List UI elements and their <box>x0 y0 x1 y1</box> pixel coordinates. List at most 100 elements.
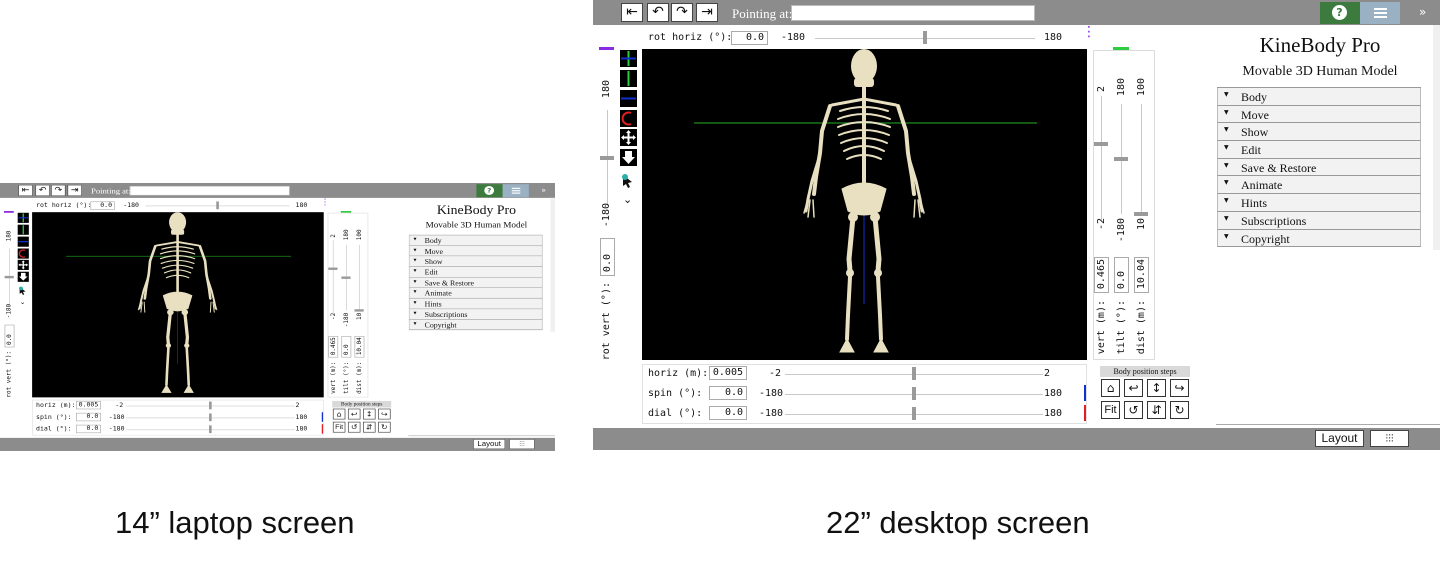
horiz-input[interactable]: 0.005 <box>709 366 747 380</box>
menu-button[interactable] <box>502 184 529 198</box>
step-turn-icon[interactable]: ↕ <box>363 408 376 420</box>
dial-thumb[interactable] <box>912 407 916 420</box>
side-scrollbar[interactable] <box>550 197 555 332</box>
rotate-right-icon[interactable]: ↻ <box>1170 401 1189 419</box>
menu-item[interactable]: ▼ Hints <box>1217 194 1421 212</box>
rot-horiz-thumb[interactable] <box>923 31 927 44</box>
undo-all-icon[interactable]: ⇤ <box>621 3 643 22</box>
rot-vert-input[interactable]: 0.0 <box>4 324 15 348</box>
rotate-arc-icon[interactable] <box>17 248 29 259</box>
flip-icon[interactable]: ⇵ <box>1147 401 1166 419</box>
horiz-thumb[interactable] <box>912 367 916 380</box>
pan-cross-icon[interactable] <box>620 129 637 146</box>
dist-input[interactable]: 10.04 <box>1134 257 1149 293</box>
menu-item[interactable]: ▼ Subscriptions <box>1217 211 1421 230</box>
spin-thumb[interactable] <box>209 413 212 422</box>
horiz-thumb[interactable] <box>209 401 212 410</box>
step-forward-icon[interactable]: ↪ <box>378 408 391 420</box>
spin-input[interactable]: 0.0 <box>709 386 747 400</box>
rot-horiz-input[interactable]: 0.0 <box>731 31 768 45</box>
drop-down-arrow-icon[interactable] <box>17 271 29 282</box>
undo-all-icon[interactable]: ⇤ <box>18 184 33 197</box>
tilt-input[interactable]: 0.0 <box>341 336 352 358</box>
tilt-thumb[interactable] <box>341 276 351 279</box>
menu-item[interactable]: ▼ Move <box>1217 105 1421 124</box>
vert-input[interactable]: 0.465 <box>1094 257 1109 293</box>
layout-button[interactable]: Layout <box>473 439 506 450</box>
step-forward-icon[interactable]: ↪ <box>1170 379 1189 397</box>
menu-item[interactable]: ▼ Save & Restore <box>1217 158 1421 177</box>
fit-button[interactable]: Fit <box>1101 401 1120 419</box>
rotate-arc-icon[interactable] <box>620 110 637 127</box>
dial-thumb[interactable] <box>209 425 212 434</box>
pan-cross-icon[interactable] <box>17 259 29 270</box>
horiz-input[interactable]: 0.005 <box>76 400 101 410</box>
dist-input[interactable]: 10.04 <box>354 336 365 358</box>
mouse-mode-icon[interactable] <box>620 172 637 189</box>
vert-slider[interactable] <box>1101 96 1102 222</box>
menu-item[interactable]: ▼ Body <box>408 235 543 246</box>
menu-item[interactable]: ▼ Animate <box>1217 176 1421 195</box>
collapse-icon[interactable]: » <box>541 186 546 194</box>
rot-vert-thumb[interactable] <box>4 275 14 279</box>
dist-thumb[interactable] <box>1134 212 1148 216</box>
rot-vert-input[interactable]: 0.0 <box>600 238 615 276</box>
help-button[interactable]: ? <box>476 184 503 198</box>
undo-icon[interactable]: ↶ <box>35 184 50 197</box>
fit-button[interactable]: Fit <box>332 421 346 433</box>
step-turn-icon[interactable]: ↕ <box>1147 379 1166 397</box>
menu-item[interactable]: ▼ Show <box>1217 123 1421 142</box>
horizontal-axis-icon[interactable] <box>620 90 637 107</box>
3d-viewport[interactable] <box>32 212 324 398</box>
home-icon[interactable]: ⌂ <box>332 408 346 420</box>
menu-item[interactable]: ▼ Copyright <box>408 319 543 331</box>
menu-item[interactable]: ▼ Copyright <box>1217 229 1421 248</box>
menu-item[interactable]: ▼ Edit <box>408 267 543 278</box>
vertical-axis-icon[interactable] <box>17 224 29 235</box>
vertical-axis-icon[interactable] <box>620 70 637 87</box>
help-button[interactable]: ? <box>1320 2 1360 24</box>
side-scrollbar[interactable] <box>1433 25 1440 250</box>
horizontal-axis-icon[interactable] <box>17 236 29 247</box>
redo-all-icon[interactable]: ⇥ <box>67 184 82 197</box>
dial-input[interactable]: 0.0 <box>709 406 747 420</box>
tilt-input[interactable]: 0.0 <box>1114 257 1129 293</box>
step-back-icon[interactable]: ↩ <box>347 408 361 420</box>
pointing-at-field[interactable] <box>129 185 290 196</box>
menu-item[interactable]: ▼ Subscriptions <box>408 309 543 320</box>
dist-thumb[interactable] <box>354 309 364 312</box>
vert-input[interactable]: 0.465 <box>328 336 339 358</box>
home-icon[interactable]: ⌂ <box>1101 379 1120 397</box>
pointing-at-field[interactable] <box>791 5 1035 21</box>
3d-viewport[interactable] <box>642 49 1087 360</box>
rot-vert-thumb[interactable] <box>600 156 614 160</box>
vertical-dots-icon[interactable]: ⋮ <box>320 198 329 206</box>
vert-thumb[interactable] <box>1094 141 1108 146</box>
menu-button[interactable] <box>1360 2 1400 24</box>
menu-item[interactable]: ▼ Animate <box>408 288 543 299</box>
dist-slider[interactable] <box>359 244 360 311</box>
rot-horiz-input[interactable]: 0.0 <box>90 201 115 210</box>
layout-button[interactable]: Layout <box>1315 430 1364 447</box>
spin-input[interactable]: 0.0 <box>76 412 101 422</box>
menu-item[interactable]: ▼ Save & Restore <box>408 277 543 289</box>
redo-all-icon[interactable]: ⇥ <box>696 3 718 22</box>
vert-thumb[interactable] <box>328 267 338 270</box>
redo-icon[interactable]: ↷ <box>51 184 66 197</box>
vertical-dots-icon[interactable]: ⋮ <box>1082 25 1096 39</box>
tilt-thumb[interactable] <box>1114 157 1128 161</box>
settings-sliders-icon[interactable]: ⫶⫶⫶ <box>1370 430 1409 447</box>
menu-item[interactable]: ▼ Edit <box>1217 141 1421 159</box>
vert-slider[interactable] <box>332 240 334 316</box>
spin-thumb[interactable] <box>912 387 916 400</box>
chevron-down-icon[interactable]: ⌄ <box>20 298 26 306</box>
step-back-icon[interactable]: ↩ <box>1124 379 1143 397</box>
dial-input[interactable]: 0.0 <box>76 424 101 434</box>
flip-icon[interactable]: ⇵ <box>363 421 376 433</box>
settings-sliders-icon[interactable]: ⫶⫶⫶ <box>509 439 535 450</box>
menu-item[interactable]: ▼ Move <box>408 245 543 257</box>
rotate-left-icon[interactable]: ↺ <box>347 421 361 433</box>
menu-item[interactable]: ▼ Body <box>1217 88 1421 106</box>
rot-horiz-thumb[interactable] <box>216 201 219 210</box>
rotate-left-icon[interactable]: ↺ <box>1124 401 1143 419</box>
